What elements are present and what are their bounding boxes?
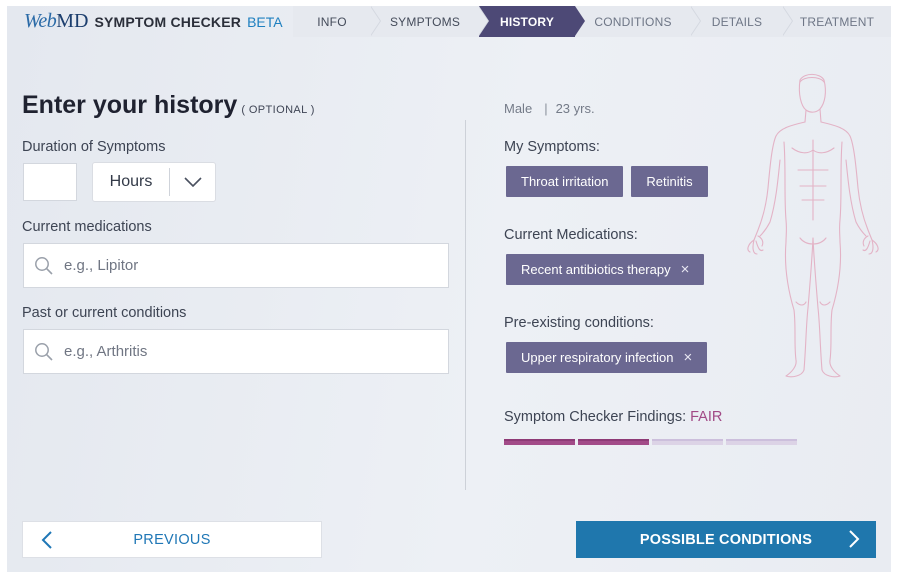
duration-unit-value: Hours: [109, 173, 153, 190]
symptom-chip[interactable]: Throat irritation: [506, 166, 624, 197]
brand: Web MD SYMPTOM CHECKER BETA: [24, 10, 283, 34]
step-progress: INFO SYMPTOMS HISTORY CONDITIONS DETAILS…: [293, 6, 891, 37]
findings-meter-segment: [504, 439, 575, 445]
body-figure-icon: [747, 73, 879, 378]
conditions-search-field[interactable]: [23, 329, 449, 374]
column-divider: [465, 120, 466, 490]
chevron-right-icon: [848, 530, 860, 552]
logo-web: Web: [24, 10, 57, 32]
step-symptoms[interactable]: SYMPTOMS: [371, 6, 489, 37]
step-conditions[interactable]: CONDITIONS: [575, 6, 701, 37]
profile-sex: Male: [504, 101, 533, 116]
findings-value: FAIR: [690, 409, 723, 425]
my-symptoms-label: My Symptoms:: [504, 139, 600, 155]
chevron-down-icon: [170, 177, 215, 187]
next-label: POSSIBLE CONDITIONS: [639, 531, 813, 548]
findings-label: Symptom Checker Findings:: [504, 409, 687, 425]
step-label: DETAILS: [711, 14, 763, 29]
findings-meter: [504, 439, 797, 445]
condition-chip[interactable]: Upper respiratory infection ×: [506, 342, 708, 373]
page-title: Enter your history( OPTIONAL ): [22, 91, 315, 120]
step-label: CONDITIONS: [594, 14, 672, 29]
chip-label: Recent antibiotics therapy: [521, 262, 671, 277]
search-icon: [24, 256, 64, 276]
step-label: TREATMENT: [799, 14, 875, 29]
symptom-chips: Throat irritation Retinitis: [506, 166, 708, 197]
duration-label: Duration of Symptoms: [22, 139, 166, 155]
condition-chips: Upper respiratory infection ×: [506, 342, 708, 373]
chevron-left-icon: [41, 531, 53, 553]
step-history[interactable]: HISTORY: [479, 6, 585, 37]
findings-meter-segment: [652, 439, 723, 445]
search-icon: [24, 342, 64, 362]
findings-summary: Symptom Checker Findings: FAIR: [504, 409, 722, 425]
step-treatment[interactable]: TREATMENT: [783, 6, 891, 37]
chip-label: Throat irritation: [521, 174, 609, 189]
chip-label: Upper respiratory infection: [521, 350, 674, 365]
previous-label: PREVIOUS: [133, 531, 211, 548]
optional-tag: ( OPTIONAL ): [241, 104, 315, 116]
conditions-label: Past or current conditions: [22, 305, 187, 321]
previous-button[interactable]: PREVIOUS: [22, 521, 322, 558]
current-medications-label: Current Medications:: [504, 227, 638, 243]
conditions-input[interactable]: [64, 330, 448, 373]
close-icon[interactable]: ×: [683, 350, 692, 365]
duration-input[interactable]: [23, 163, 77, 201]
step-label: SYMPTOMS: [389, 14, 461, 29]
medication-chip[interactable]: Recent antibiotics therapy ×: [506, 254, 705, 285]
step-details[interactable]: DETAILS: [691, 6, 793, 37]
step-label: HISTORY: [499, 14, 555, 29]
possible-conditions-button[interactable]: POSSIBLE CONDITIONS: [576, 521, 876, 558]
logo-md: MD: [56, 10, 89, 32]
profile-age: 23 yrs.: [555, 101, 595, 116]
step-info[interactable]: INFO: [293, 6, 381, 37]
preexisting-conditions-label: Pre-existing conditions:: [504, 315, 654, 331]
step-label: INFO: [317, 14, 347, 29]
findings-meter-segment: [578, 439, 649, 445]
close-icon[interactable]: ×: [681, 262, 690, 277]
medications-label: Current medications: [22, 219, 152, 235]
app-title: SYMPTOM CHECKER: [94, 14, 242, 30]
medications-search-field[interactable]: [23, 243, 449, 288]
page-title-text: Enter your history: [22, 91, 238, 119]
duration-unit-select[interactable]: Hours: [92, 162, 216, 202]
findings-meter-segment: [726, 439, 797, 445]
symptom-chip[interactable]: Retinitis: [631, 166, 708, 197]
beta-badge: BETA: [247, 14, 283, 30]
chip-label: Retinitis: [646, 174, 693, 189]
profile-summary: Male | 23 yrs.: [504, 101, 595, 116]
medications-input[interactable]: [64, 244, 448, 287]
medication-chips: Recent antibiotics therapy ×: [506, 254, 705, 285]
